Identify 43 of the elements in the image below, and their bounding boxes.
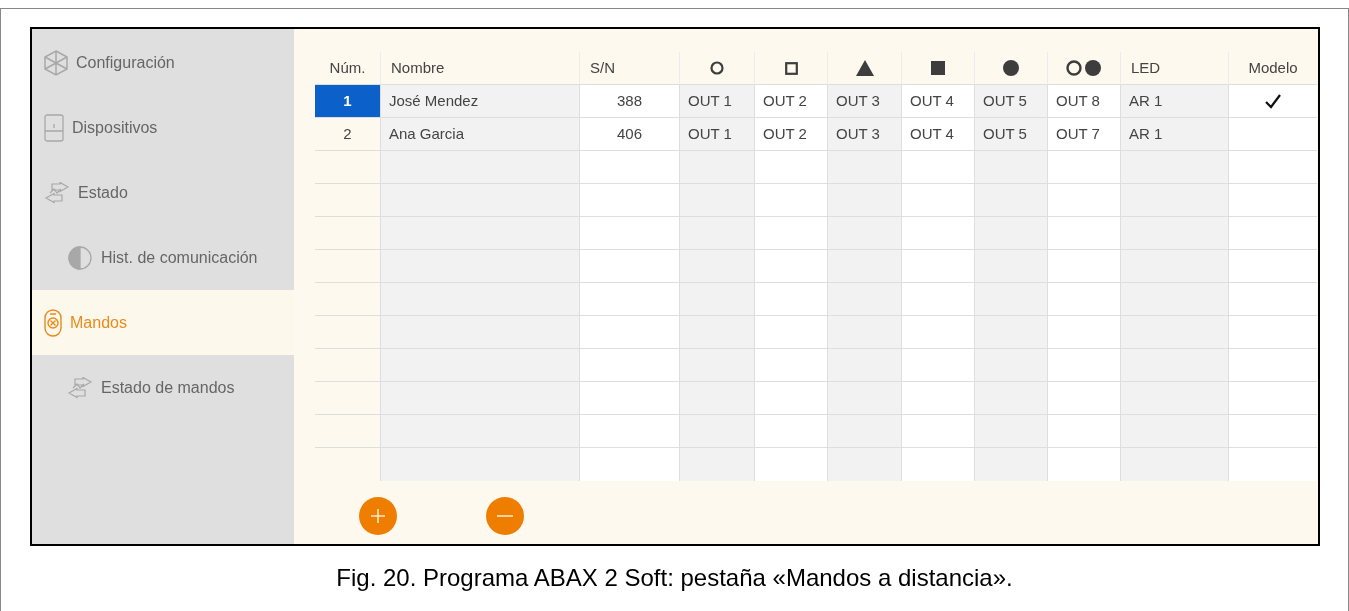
row-number[interactable]: 1 (315, 85, 380, 118)
triangle-icon (855, 60, 874, 76)
arrows-icon (67, 376, 93, 399)
table-cell: OUT 1 (679, 118, 754, 151)
plus-icon (370, 508, 386, 524)
table-cell: OUT 3 (827, 85, 901, 118)
table-cell: AR 1 (1120, 85, 1228, 118)
table-cell: OUT 2 (754, 118, 827, 151)
ring-icon (710, 61, 724, 75)
sidebar-item[interactable]: Dispositivos (32, 95, 294, 160)
sidebar-item[interactable]: Estado (32, 160, 294, 225)
table-cell: OUT 5 (974, 85, 1047, 118)
table-cell: OUT 7 (1047, 118, 1120, 151)
add-button[interactable] (359, 497, 397, 535)
sidebar-item[interactable]: Configuración (32, 30, 294, 95)
square-icon (931, 61, 945, 75)
checkmark-icon (1265, 93, 1281, 109)
figure-caption: Fig. 20. Programa ABAX 2 Soft: pestaña «Mandos a distancia». (335, 563, 1014, 593)
dot-icon (1003, 60, 1019, 76)
table-cell: 388 (579, 85, 679, 118)
ring-and-dot-icon (1066, 60, 1102, 76)
hexagon-icon (44, 49, 68, 76)
arrows-icon (44, 181, 70, 204)
clock-icon (67, 244, 93, 271)
square-outline-icon (784, 61, 798, 75)
table-cell: OUT 4 (901, 85, 974, 118)
sidebar-item[interactable]: Mandos (32, 290, 294, 355)
remove-button[interactable] (486, 497, 524, 535)
sidebar-item[interactable]: Hist. de comunicación (32, 225, 294, 290)
table-cell: OUT 5 (974, 118, 1047, 151)
remote-icon (44, 308, 62, 337)
table-cell: OUT 3 (827, 118, 901, 151)
sidebar-item[interactable]: Estado de mandos (32, 355, 294, 420)
table-cell: OUT 1 (679, 85, 754, 118)
table-cell: OUT 4 (901, 118, 974, 151)
table-cell: Ana Garcia (380, 118, 579, 151)
table-cell: 406 (579, 118, 679, 151)
table-cell: José Mendez (380, 85, 579, 118)
table-cell: AR 1 (1120, 118, 1228, 151)
table-cell: OUT 2 (754, 85, 827, 118)
device-icon (44, 113, 64, 142)
table-cell: OUT 8 (1047, 85, 1120, 118)
minus-icon (496, 514, 514, 518)
